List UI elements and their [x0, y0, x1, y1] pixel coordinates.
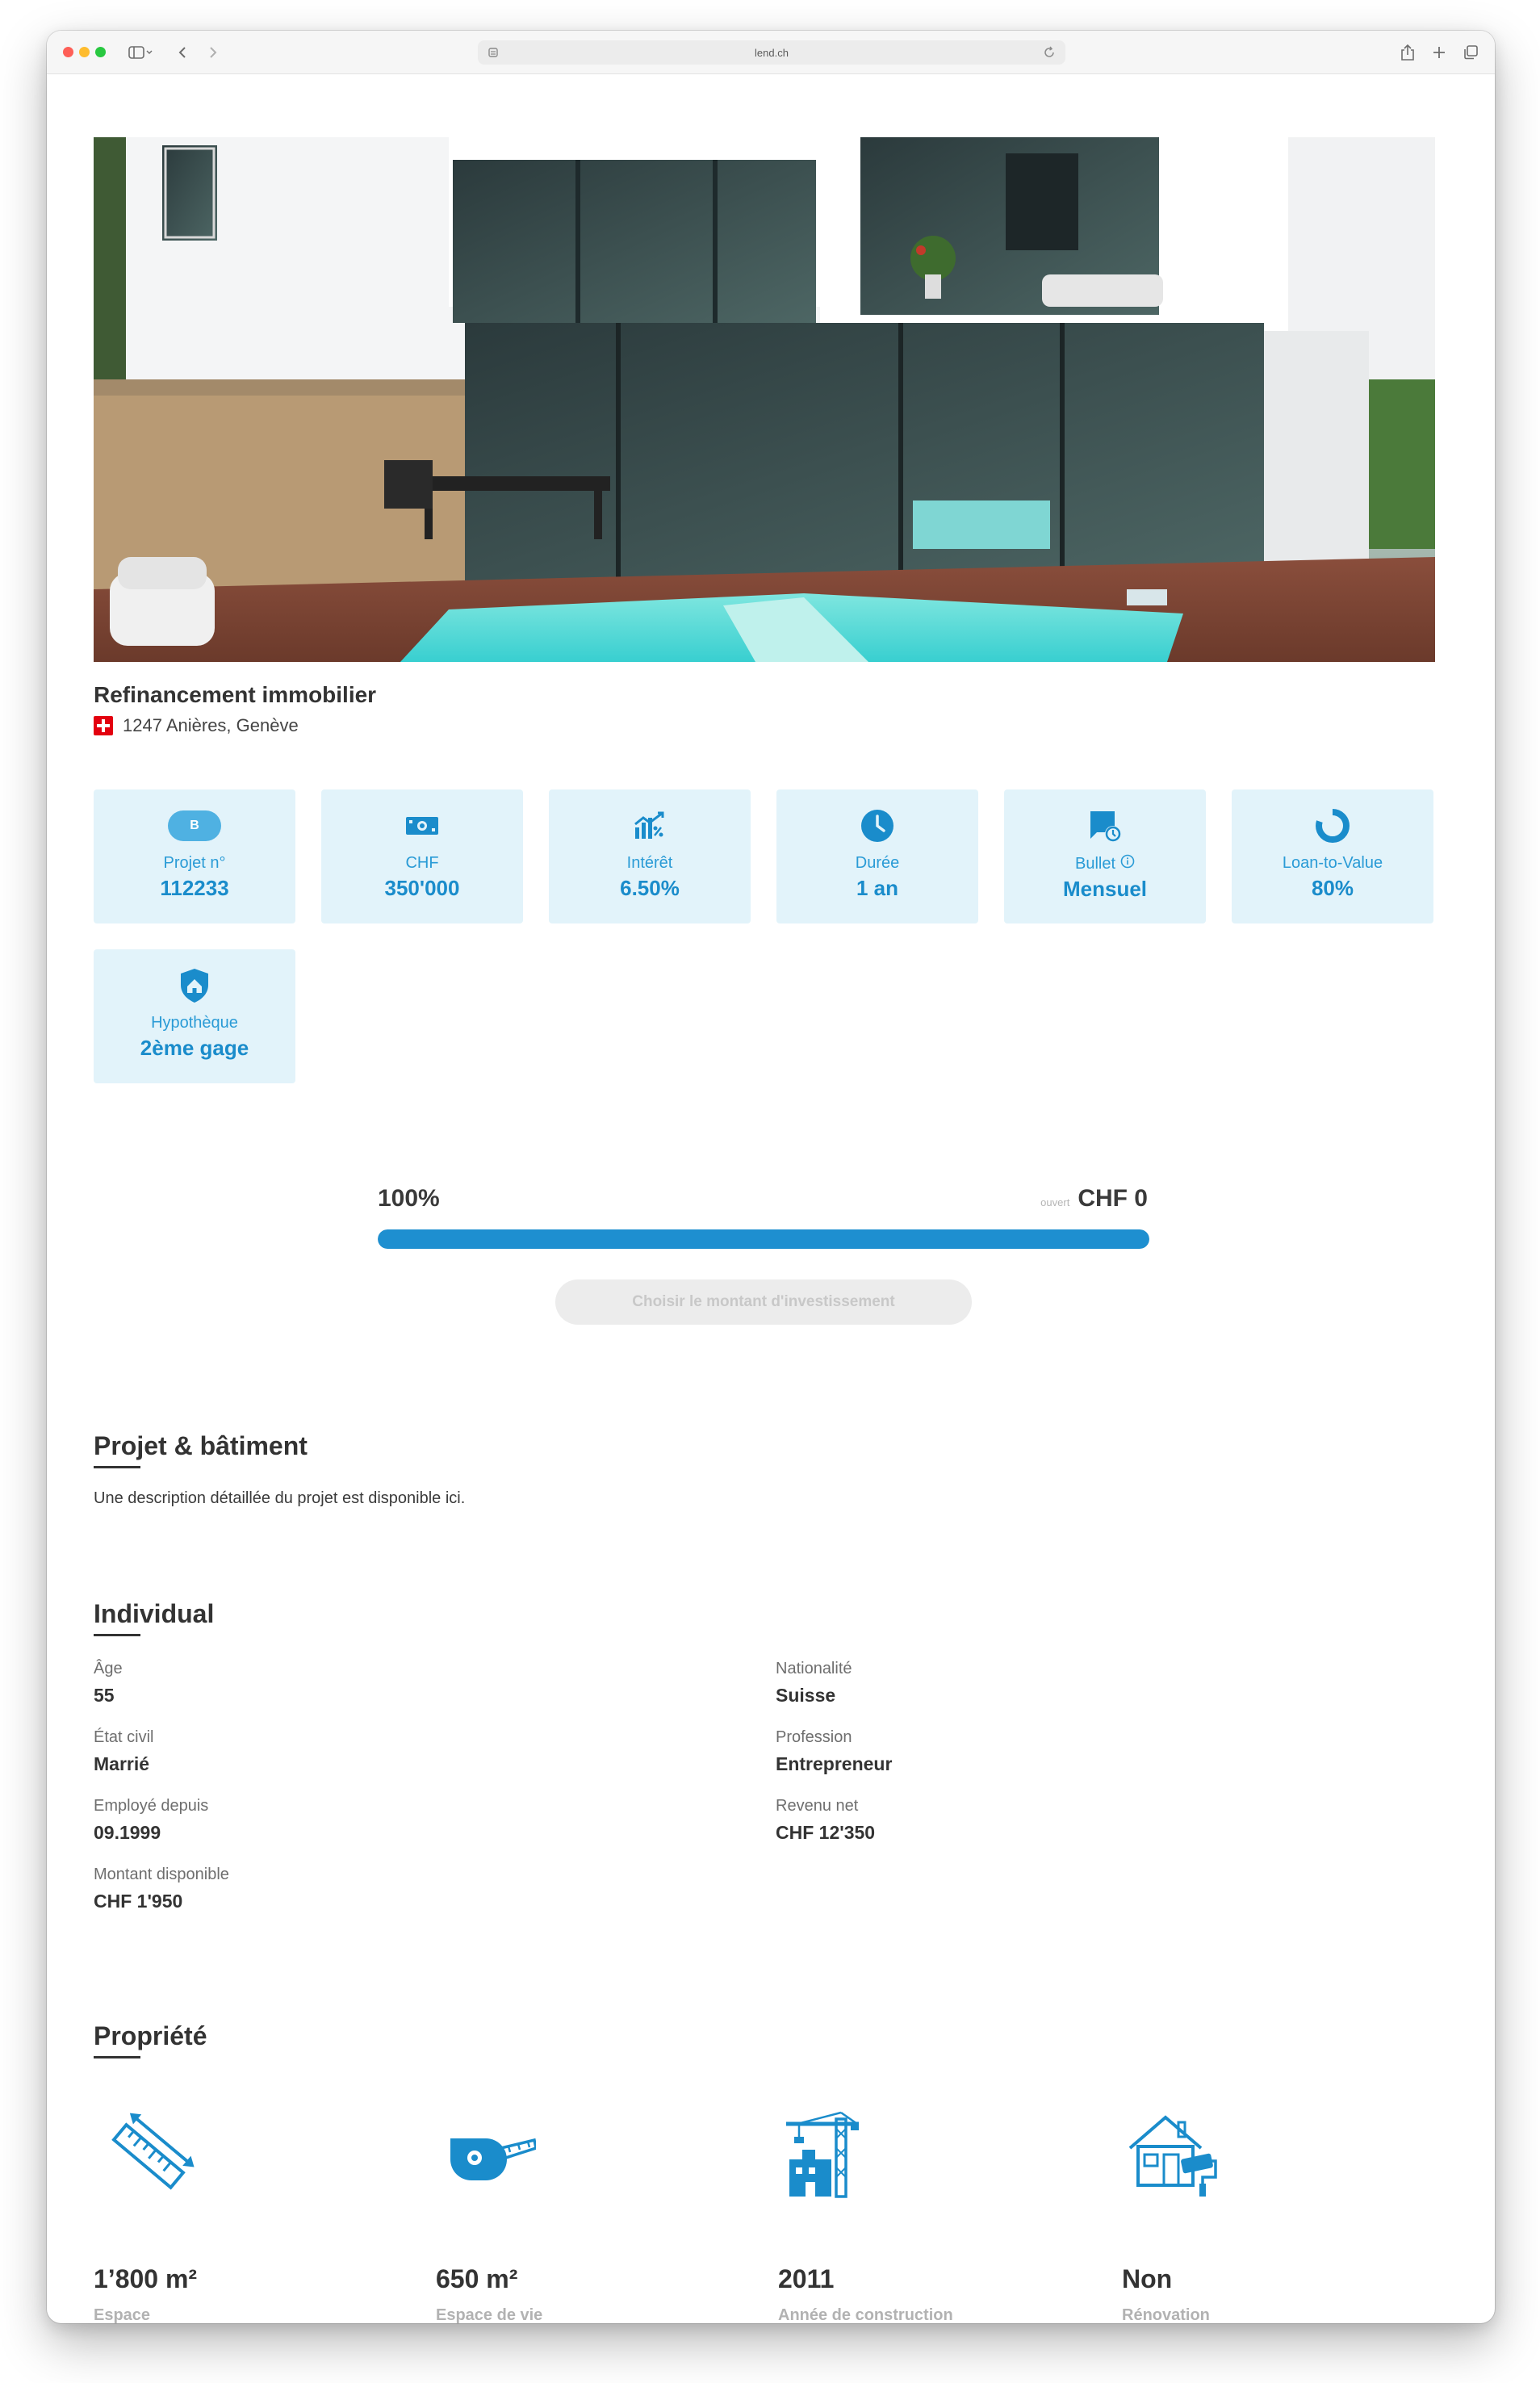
tile-value: 80%: [1311, 876, 1354, 900]
share-icon[interactable]: [1398, 41, 1417, 64]
section-underline: [94, 1466, 140, 1468]
section-title-property: Propriété: [94, 2021, 207, 2050]
zoom-window-button[interactable]: [95, 47, 106, 57]
crane-building-icon: [781, 2109, 878, 2198]
tile-interest: Intérêt 6.50%: [549, 789, 751, 923]
calendar-clock-icon: [1087, 807, 1123, 844]
address-bar[interactable]: lend.ch: [478, 40, 1065, 65]
tile-value: 350'000: [384, 876, 460, 900]
profession-label: Profession: [776, 1728, 852, 1746]
location-text: 1247 Anières, Genève: [123, 715, 299, 735]
living-space-label: Espace de vie: [436, 2306, 543, 2323]
tile-label: Hypothèque: [151, 1014, 238, 1032]
tile-repayment: Bullet Mensuel: [1004, 789, 1206, 923]
nationality-label: Nationalité: [776, 1660, 852, 1677]
tile-value: 6.50%: [620, 876, 680, 900]
tile-project-number: B Projet n° 112233: [94, 789, 295, 923]
url-text: lend.ch: [755, 46, 789, 59]
house-renovation-icon: [1125, 2109, 1222, 2198]
choose-investment-button[interactable]: Choisir le montant d'investissement: [555, 1279, 972, 1325]
tile-mortgage: Hypothèque 2ème gage: [94, 949, 295, 1083]
open-amount: ouvert CHF 0: [1040, 1185, 1148, 1212]
close-window-button[interactable]: [63, 47, 73, 57]
section-title-individual: Individual: [94, 1599, 215, 1628]
tile-label: Projet n°: [163, 854, 226, 872]
project-title: Refinancement immobilier: [94, 682, 377, 707]
tab-overview-icon[interactable]: [1461, 41, 1480, 64]
renovation-label: Rénovation: [1122, 2306, 1210, 2323]
tile-label: Intérêt: [626, 854, 673, 872]
tile-label: Loan-to-Value: [1282, 854, 1383, 872]
renovation-value: Non: [1122, 2264, 1173, 2293]
rating-badge-icon: B: [168, 807, 221, 844]
age-label: Âge: [94, 1660, 123, 1677]
browser-window: lend.ch Refinancement immobilier 1247 An…: [47, 31, 1495, 2323]
banknote-icon: [404, 807, 440, 844]
section-underline: [94, 2056, 140, 2058]
nationality-value: Suisse: [776, 1685, 836, 1706]
civil-status-label: État civil: [94, 1728, 154, 1746]
tile-loan-to-value: Loan-to-Value 80%: [1232, 789, 1433, 923]
interest-chart-icon: [632, 807, 667, 844]
swiss-flag-icon: [94, 716, 113, 735]
tile-value: 2ème gage: [140, 1036, 249, 1060]
funding-percent: 100%: [378, 1185, 440, 1212]
funding-progress-fill: [378, 1229, 1149, 1249]
space-value: 1’800 m²: [94, 2264, 198, 2293]
tape-measure-icon: [439, 2109, 538, 2198]
construction-year-value: 2011: [778, 2264, 835, 2293]
employed-since-value: 09.1999: [94, 1822, 161, 1843]
available-amount-label: Montant disponible: [94, 1866, 229, 1883]
minimize-window-button[interactable]: [79, 47, 90, 57]
open-amount-value: CHF 0: [1078, 1185, 1148, 1212]
profession-value: Entrepreneur: [776, 1753, 893, 1774]
tile-value: 112233: [160, 876, 229, 900]
available-amount-value: CHF 1'950: [94, 1891, 183, 1912]
construction-year-label: Année de construction: [778, 2306, 953, 2323]
space-label: Espace: [94, 2306, 151, 2323]
age-value: 55: [94, 1685, 115, 1706]
ring-chart-icon: [1314, 807, 1351, 844]
info-icon[interactable]: [1120, 854, 1135, 873]
forward-icon[interactable]: [205, 41, 221, 64]
rating-badge: B: [168, 810, 221, 841]
section-underline: [94, 1634, 140, 1636]
property-photo: [94, 137, 1435, 662]
clock-icon: [860, 807, 895, 844]
tile-label: Durée: [855, 854, 900, 872]
open-label: ouvert: [1040, 1196, 1070, 1208]
page-settings-icon[interactable]: [488, 47, 499, 61]
civil-status-value: Marrié: [94, 1753, 150, 1774]
tile-label-row: Bullet: [1075, 854, 1135, 873]
net-income-value: CHF 12'350: [776, 1822, 876, 1843]
browser-toolbar: lend.ch: [47, 31, 1495, 74]
page-content: Refinancement immobilier 1247 Anières, G…: [47, 75, 1495, 2323]
shield-house-icon: [178, 967, 211, 1004]
section-title-project: Projet & bâtiment: [94, 1431, 308, 1460]
new-tab-icon[interactable]: [1429, 41, 1449, 64]
employed-since-label: Employé depuis: [94, 1797, 209, 1815]
sidebar-toggle-icon[interactable]: [124, 41, 157, 64]
reload-icon[interactable]: [1043, 46, 1056, 61]
tile-amount: CHF 350'000: [321, 789, 523, 923]
tile-label: CHF: [405, 854, 439, 872]
net-income-label: Revenu net: [776, 1797, 859, 1815]
living-space-value: 650 m²: [436, 2264, 518, 2293]
tile-value: Mensuel: [1062, 877, 1148, 901]
back-icon[interactable]: [174, 41, 190, 64]
tile-duration: Durée 1 an: [776, 789, 978, 923]
tile-label: Bullet: [1074, 854, 1116, 873]
project-location: 1247 Anières, Genève: [94, 715, 299, 736]
funding-progress-bar: [378, 1229, 1149, 1249]
project-description: Une description détaillée du projet est …: [94, 1489, 466, 1507]
tile-value: 1 an: [856, 876, 899, 900]
ruler-icon: [103, 2109, 200, 2198]
